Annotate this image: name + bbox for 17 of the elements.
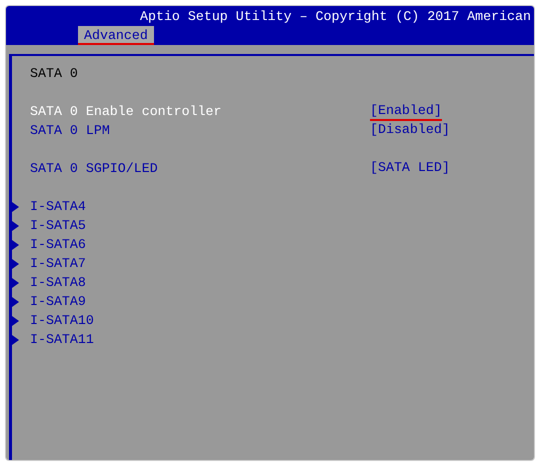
setting-label[interactable]: SATA 0 Enable controller — [12, 102, 370, 121]
submenu-item[interactable]: I-SATA10 — [30, 311, 94, 330]
setting-value[interactable]: [Enabled] — [370, 102, 442, 120]
submenu-item[interactable]: I-SATA9 — [30, 292, 86, 311]
section-title: SATA 0 — [29, 65, 78, 83]
submenu-item[interactable]: I-SATA5 — [30, 216, 86, 235]
window-title: Aptio Setup Utility – Copyright (C) 2017 American — [140, 8, 531, 26]
setting-value[interactable]: [SATA LED] — [370, 160, 450, 178]
setting-value[interactable]: [Disabled] — [370, 122, 450, 140]
submenu-item[interactable]: I-SATA7 — [30, 254, 86, 273]
menu-tab[interactable]: Advanced — [78, 26, 154, 45]
submenu-item[interactable]: I-SATA6 — [30, 235, 86, 254]
submenu-item[interactable]: I-SATA4 — [30, 197, 86, 216]
setting-label[interactable]: SATA 0 SGPIO/LED — [12, 159, 370, 178]
submenu-item[interactable]: I-SATA11 — [30, 330, 94, 349]
submenu-item[interactable]: I-SATA8 — [30, 273, 86, 292]
setting-label[interactable]: SATA 0 LPM — [12, 121, 370, 140]
